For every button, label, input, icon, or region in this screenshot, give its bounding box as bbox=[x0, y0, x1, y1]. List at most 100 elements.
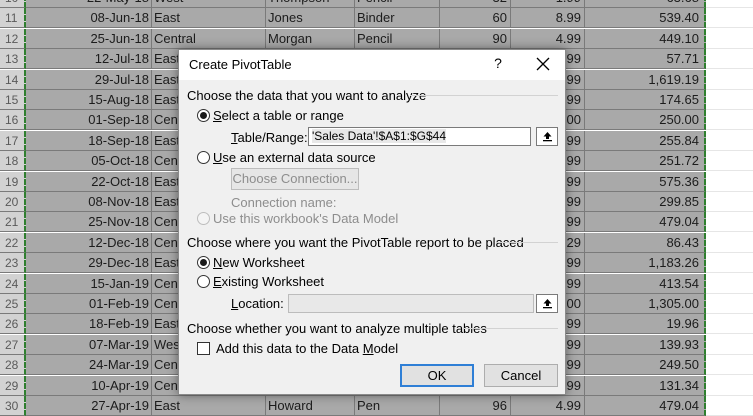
row-header[interactable]: 25 bbox=[0, 294, 26, 314]
table-cell[interactable] bbox=[706, 8, 753, 29]
table-cell[interactable]: 479.04 bbox=[585, 212, 706, 233]
table-cell[interactable]: 22-May-18 bbox=[26, 0, 152, 8]
table-cell[interactable]: 63.68 bbox=[585, 0, 706, 8]
table-cell[interactable]: 32 bbox=[440, 0, 511, 8]
table-cell[interactable]: 1,619.19 bbox=[585, 69, 706, 90]
table-cell[interactable]: Pen bbox=[355, 396, 440, 416]
table-cell[interactable]: 250.00 bbox=[585, 110, 706, 131]
row-header[interactable]: 21 bbox=[0, 212, 26, 233]
row-header[interactable]: 13 bbox=[0, 49, 26, 70]
table-cell[interactable]: East bbox=[152, 8, 266, 29]
row-header[interactable]: 26 bbox=[0, 314, 26, 335]
table-cell[interactable] bbox=[706, 232, 753, 253]
table-cell[interactable] bbox=[706, 294, 753, 314]
table-cell[interactable]: East bbox=[152, 396, 266, 416]
row-header[interactable]: 22 bbox=[0, 232, 26, 253]
table-range-collapse-button[interactable] bbox=[536, 127, 558, 146]
table-cell[interactable]: 249.50 bbox=[585, 355, 706, 376]
ok-button[interactable]: OK bbox=[400, 364, 474, 387]
dialog-titlebar[interactable]: Create PivotTable ? bbox=[179, 50, 565, 80]
row-header[interactable]: 20 bbox=[0, 192, 26, 212]
table-cell[interactable]: 25-Jun-18 bbox=[26, 28, 152, 49]
row-header[interactable]: 28 bbox=[0, 355, 26, 376]
table-cell[interactable]: 27-Apr-19 bbox=[26, 396, 152, 416]
table-cell[interactable]: 575.36 bbox=[585, 171, 706, 192]
location-input[interactable] bbox=[288, 294, 534, 313]
table-cell[interactable]: 8.99 bbox=[511, 8, 585, 29]
table-cell[interactable]: 96 bbox=[440, 396, 511, 416]
row-header[interactable]: 16 bbox=[0, 110, 26, 131]
table-cell[interactable]: 299.85 bbox=[585, 192, 706, 212]
radio-select-table-range-label[interactable]: Select a table or range bbox=[213, 108, 344, 123]
row-header[interactable]: 17 bbox=[0, 130, 26, 151]
table-cell[interactable]: 413.54 bbox=[585, 273, 706, 294]
table-cell[interactable]: 60 bbox=[440, 8, 511, 29]
table-cell[interactable] bbox=[706, 90, 753, 110]
radio-existing-worksheet[interactable] bbox=[197, 275, 210, 288]
table-cell[interactable] bbox=[706, 0, 753, 8]
choose-connection-button[interactable]: Choose Connection... bbox=[231, 168, 359, 190]
table-cell[interactable]: 131.34 bbox=[585, 375, 706, 396]
table-cell[interactable]: 255.84 bbox=[585, 130, 706, 151]
table-cell[interactable]: 18-Feb-19 bbox=[26, 314, 152, 335]
radio-data-model-label[interactable]: Use this workbook's Data Model bbox=[213, 211, 398, 226]
table-cell[interactable] bbox=[706, 130, 753, 151]
table-cell[interactable]: 86.43 bbox=[585, 232, 706, 253]
table-cell[interactable]: Central bbox=[152, 28, 266, 49]
table-cell[interactable]: 15-Aug-18 bbox=[26, 90, 152, 110]
add-to-data-model-label[interactable]: Add this data to the Data Model bbox=[216, 341, 398, 356]
table-cell[interactable]: 29-Jul-18 bbox=[26, 69, 152, 90]
row-header[interactable]: 18 bbox=[0, 151, 26, 172]
table-cell[interactable]: 174.65 bbox=[585, 90, 706, 110]
table-cell[interactable]: 57.71 bbox=[585, 49, 706, 70]
table-cell[interactable]: Thompson bbox=[266, 0, 355, 8]
table-cell[interactable]: 449.10 bbox=[585, 28, 706, 49]
row-header[interactable]: 10 bbox=[0, 0, 26, 8]
table-cell[interactable] bbox=[706, 375, 753, 396]
table-cell[interactable]: 251.72 bbox=[585, 151, 706, 172]
row-header[interactable]: 12 bbox=[0, 28, 26, 49]
help-button[interactable]: ? bbox=[491, 55, 505, 73]
row-header[interactable]: 23 bbox=[0, 253, 26, 274]
table-cell[interactable]: 08-Jun-18 bbox=[26, 8, 152, 29]
table-cell[interactable] bbox=[706, 396, 753, 416]
row-header[interactable]: 19 bbox=[0, 171, 26, 192]
table-cell[interactable] bbox=[706, 49, 753, 70]
radio-data-model[interactable] bbox=[197, 212, 210, 225]
close-button[interactable] bbox=[533, 52, 553, 76]
table-cell[interactable] bbox=[706, 355, 753, 376]
table-cell[interactable]: West bbox=[152, 0, 266, 8]
table-cell[interactable]: 08-Nov-18 bbox=[26, 192, 152, 212]
table-cell[interactable]: 01-Sep-18 bbox=[26, 110, 152, 131]
table-range-input[interactable]: 'Sales Data'!$A$1:$G$44 bbox=[308, 127, 531, 146]
row-header[interactable]: 27 bbox=[0, 334, 26, 355]
table-cell[interactable]: 18-Sep-18 bbox=[26, 130, 152, 151]
table-cell[interactable] bbox=[706, 110, 753, 131]
radio-existing-worksheet-label[interactable]: Existing Worksheet bbox=[213, 274, 324, 289]
row-header[interactable]: 30 bbox=[0, 396, 26, 416]
table-cell[interactable]: 05-Oct-18 bbox=[26, 151, 152, 172]
table-cell[interactable] bbox=[706, 273, 753, 294]
table-cell[interactable] bbox=[706, 69, 753, 90]
row-header[interactable]: 29 bbox=[0, 375, 26, 396]
table-cell[interactable]: 4.99 bbox=[511, 28, 585, 49]
table-cell[interactable]: Jones bbox=[266, 8, 355, 29]
table-cell[interactable]: 24-Mar-19 bbox=[26, 355, 152, 376]
row-header[interactable]: 24 bbox=[0, 273, 26, 294]
table-cell[interactable]: 12-Jul-18 bbox=[26, 49, 152, 70]
table-cell[interactable]: 139.93 bbox=[585, 334, 706, 355]
radio-select-table-range[interactable] bbox=[197, 109, 210, 122]
table-cell[interactable]: Morgan bbox=[266, 28, 355, 49]
table-cell[interactable]: 539.40 bbox=[585, 8, 706, 29]
table-cell[interactable]: Binder bbox=[355, 8, 440, 29]
table-cell[interactable]: Pencil bbox=[355, 0, 440, 8]
row-header[interactable]: 15 bbox=[0, 90, 26, 110]
table-cell[interactable]: 01-Feb-19 bbox=[26, 294, 152, 314]
table-cell[interactable]: 479.04 bbox=[585, 396, 706, 416]
table-cell[interactable]: 90 bbox=[440, 28, 511, 49]
table-cell[interactable] bbox=[706, 28, 753, 49]
table-cell[interactable] bbox=[706, 334, 753, 355]
radio-external-source[interactable] bbox=[197, 151, 210, 164]
table-cell[interactable] bbox=[706, 314, 753, 335]
table-cell[interactable]: 4.99 bbox=[511, 396, 585, 416]
